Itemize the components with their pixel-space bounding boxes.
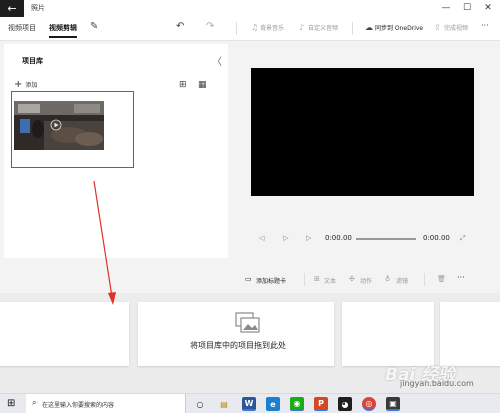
music-note-icon: ♫ bbox=[251, 23, 259, 32]
back-arrow-icon: ← bbox=[7, 2, 17, 15]
task-view-icon[interactable]: ○ bbox=[193, 397, 207, 411]
background-music-button[interactable]: 背景音乐 bbox=[260, 23, 284, 32]
toolbar-divider-2 bbox=[352, 22, 353, 35]
storyboard-divider-2 bbox=[424, 273, 425, 286]
filters-icon: ♁ bbox=[385, 275, 391, 283]
photos-app-icon[interactable]: ▣ bbox=[386, 397, 400, 411]
add-label: 添加 bbox=[25, 82, 38, 89]
taskbar: ⊞ ⌕ 在这里输入你要搜索的内容 ○ ▤ W e ◉ P ◕ ◎ ▣ bbox=[0, 393, 500, 413]
toolbar-divider bbox=[236, 22, 237, 35]
cloud-sync-icon: ☁ bbox=[365, 23, 373, 32]
motion-button[interactable]: 动作 bbox=[360, 276, 372, 285]
collapse-library-icon[interactable]: 〈 bbox=[212, 53, 222, 68]
minimize-button[interactable]: — bbox=[436, 2, 456, 14]
taskbar-search-box[interactable]: ⌕ 在这里输入你要搜索的内容 bbox=[26, 394, 186, 413]
storyboard-slot-4 bbox=[440, 302, 500, 366]
finish-video-button[interactable]: 完成视频 bbox=[444, 23, 468, 32]
export-icon: ⇪ bbox=[434, 23, 441, 32]
windows-start-icon[interactable]: ⊞ bbox=[7, 398, 15, 409]
current-time: 0:00.00 bbox=[325, 234, 352, 242]
title-bar: ← 照片 — ☐ ✕ bbox=[0, 0, 500, 17]
total-time: 0:00.00 bbox=[423, 234, 450, 242]
wechat-icon[interactable]: ◉ bbox=[290, 397, 304, 411]
active-tab-indicator bbox=[49, 36, 77, 38]
library-title: 项目库 bbox=[22, 57, 43, 65]
drop-hint: 将项目库中的项目拖到此处 bbox=[190, 341, 286, 350]
fullscreen-icon[interactable]: ⤢ bbox=[460, 234, 466, 243]
more-options-button[interactable]: ··· bbox=[481, 21, 489, 30]
grid-view-icon[interactable]: ⊞ bbox=[179, 80, 187, 90]
add-button[interactable]: + 添加 bbox=[14, 78, 38, 90]
motion-icon: ✣ bbox=[349, 275, 355, 283]
search-icon: ⌕ bbox=[32, 398, 37, 407]
qq-icon[interactable]: ◕ bbox=[338, 397, 352, 411]
back-button[interactable]: ← bbox=[0, 0, 24, 17]
plus-icon: + bbox=[14, 78, 23, 90]
chrome-icon[interactable]: ◎ bbox=[362, 397, 376, 411]
project-library-panel: 项目库 〈 + 添加 ⊞ ▦ bbox=[4, 44, 228, 258]
search-placeholder: 在这里输入你要搜索的内容 bbox=[42, 402, 115, 409]
image-placeholder-icon bbox=[235, 312, 260, 333]
storyboard-slot-1 bbox=[0, 302, 129, 366]
add-title-card-button[interactable]: 添加标题卡 bbox=[256, 276, 286, 285]
video-thumbnail[interactable] bbox=[14, 101, 104, 150]
video-preview[interactable] bbox=[251, 68, 474, 196]
custom-audio-button[interactable]: 自定义音频 bbox=[308, 23, 338, 32]
audio-icon: ♪ bbox=[299, 23, 305, 32]
close-button[interactable]: ✕ bbox=[478, 2, 498, 14]
title-card-icon: ▭ bbox=[245, 275, 252, 283]
redo-icon[interactable]: ↷ bbox=[206, 21, 214, 32]
maximize-button[interactable]: ☐ bbox=[457, 2, 477, 14]
rewind-icon[interactable]: ◁ bbox=[259, 234, 264, 242]
powerpoint-icon[interactable]: P bbox=[314, 397, 328, 411]
thumbnail-image bbox=[14, 101, 104, 150]
play-button-icon[interactable]: ▷ bbox=[283, 234, 288, 242]
edit-pencil-icon[interactable]: ✎ bbox=[90, 21, 98, 32]
delete-icon[interactable]: 🗑 bbox=[437, 275, 446, 283]
text-icon: ⊞ bbox=[314, 275, 320, 283]
edge-icon[interactable]: e bbox=[266, 397, 280, 411]
tab-video-project[interactable]: 视频项目 bbox=[8, 23, 36, 33]
storyboard-more-button[interactable]: ··· bbox=[457, 273, 465, 282]
forward-icon[interactable]: ▷ bbox=[306, 234, 311, 242]
sync-onedrive-button[interactable]: 同步到 OneDrive bbox=[375, 23, 423, 32]
baidu-watermark-url: jingyan.baidu.com bbox=[400, 379, 474, 388]
tab-video-editor[interactable]: 视频剪辑 bbox=[49, 23, 77, 33]
filters-button[interactable]: 滤镜 bbox=[396, 276, 408, 285]
toolbar: 视频项目 视频剪辑 ✎ ↶ ↷ ♫ 背景音乐 ♪ 自定义音频 ☁ 同步到 One… bbox=[0, 17, 500, 41]
storyboard-slot-3 bbox=[342, 302, 434, 366]
file-explorer-icon[interactable]: ▤ bbox=[217, 397, 231, 411]
seek-bar[interactable] bbox=[356, 238, 416, 240]
text-button[interactable]: 文本 bbox=[324, 276, 336, 285]
storyboard-divider bbox=[304, 273, 305, 286]
word-icon[interactable]: W bbox=[242, 397, 256, 411]
app-title: 照片 bbox=[31, 4, 45, 12]
list-view-icon[interactable]: ▦ bbox=[198, 80, 207, 90]
undo-icon[interactable]: ↶ bbox=[176, 21, 184, 32]
